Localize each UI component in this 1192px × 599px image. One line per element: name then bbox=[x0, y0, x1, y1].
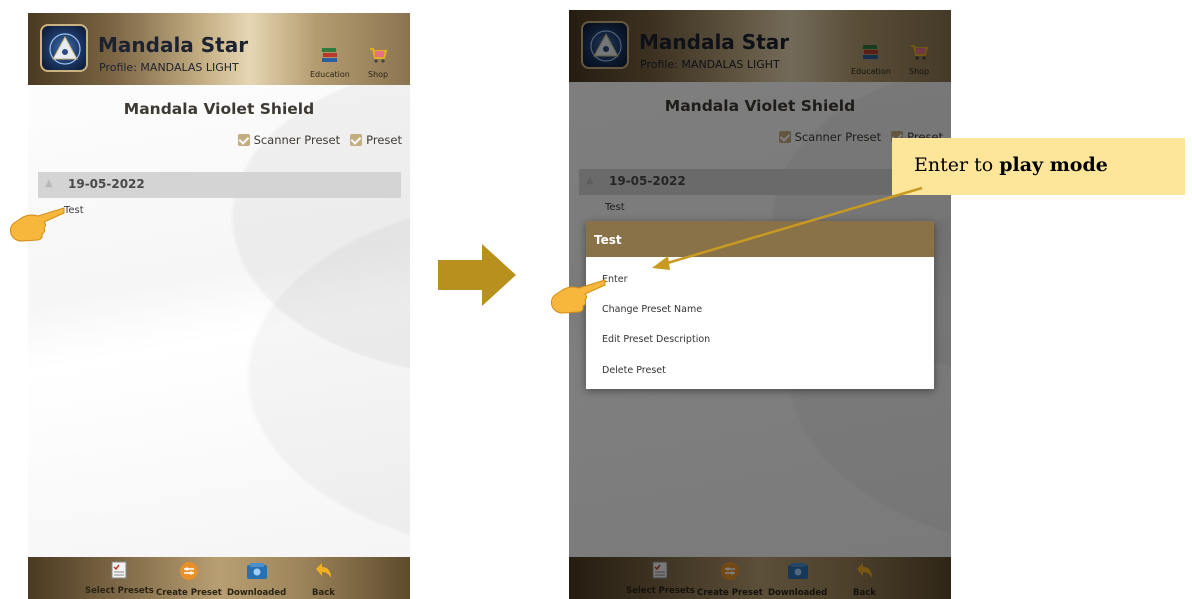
date-label: 19-05-2022 bbox=[68, 177, 145, 191]
select-presets-label: Select Presets bbox=[85, 586, 154, 596]
delete-preset-option[interactable]: Delete Preset bbox=[602, 365, 666, 376]
dialog-title: Test bbox=[586, 221, 934, 257]
pointing-hand-icon bbox=[9, 207, 65, 242]
transition-arrow-icon bbox=[438, 244, 516, 306]
preset-checkbox[interactable] bbox=[350, 134, 363, 146]
screen-after: Mandala Star Profile: MANDALAS LIGHT Edu… bbox=[569, 10, 951, 599]
callout-prefix: Enter to bbox=[914, 154, 994, 176]
download-folder-icon bbox=[246, 563, 267, 579]
scanner-preset-checkbox[interactable] bbox=[237, 134, 250, 146]
change-preset-name-option[interactable]: Change Preset Name bbox=[602, 304, 702, 315]
screen-before: Mandala Star Profile: MANDALAS LIGHT Edu… bbox=[28, 13, 410, 599]
shop-button[interactable]: Shop bbox=[368, 46, 388, 79]
cart-icon bbox=[370, 48, 388, 63]
create-preset-label: Create Preset bbox=[156, 588, 222, 598]
annotation-callout: Enter to play mode bbox=[892, 138, 1185, 195]
preset-label: Preset bbox=[366, 133, 402, 147]
chevron-up-icon: ▲ bbox=[45, 178, 53, 189]
edit-preset-description-option[interactable]: Edit Preset Description bbox=[602, 334, 710, 345]
books-icon bbox=[321, 48, 337, 62]
back-button[interactable]: Back bbox=[312, 561, 335, 598]
preset-options-dialog: Test Enter Change Preset Name Edit Prese… bbox=[586, 221, 934, 389]
sliders-icon bbox=[179, 562, 198, 580]
back-label: Back bbox=[312, 588, 335, 598]
checklist-icon bbox=[111, 561, 127, 579]
pointing-hand-icon bbox=[550, 279, 606, 314]
app-header: Mandala Star Profile: MANDALAS LIGHT Edu… bbox=[28, 13, 410, 85]
preset-filters: Scanner Preset Preset bbox=[237, 133, 402, 147]
bottom-nav: Select Presets Create Preset Downloaded … bbox=[28, 557, 410, 599]
date-group-header[interactable]: ▲ 19-05-2022 bbox=[38, 172, 401, 198]
callout-bold: play mode bbox=[999, 154, 1108, 176]
downloaded-label: Downloaded bbox=[227, 588, 287, 598]
education-button[interactable]: Education bbox=[310, 46, 350, 79]
downloaded-button[interactable]: Downloaded bbox=[227, 561, 286, 598]
profile-value: MANDALAS LIGHT bbox=[140, 61, 239, 74]
app-title: Mandala Star bbox=[98, 33, 249, 57]
back-arrow-icon bbox=[316, 563, 332, 578]
scanner-preset-label: Scanner Preset bbox=[253, 133, 341, 147]
education-label: Education bbox=[310, 70, 350, 79]
preset-list-item[interactable]: Test bbox=[64, 205, 84, 216]
profile-label: Profile: bbox=[99, 61, 137, 74]
create-preset-button[interactable]: Create Preset bbox=[156, 561, 222, 598]
profile-line: Profile: MANDALAS LIGHT bbox=[99, 61, 239, 74]
select-presets-button[interactable]: Select Presets bbox=[85, 561, 154, 596]
page-title: Mandala Violet Shield bbox=[123, 100, 315, 118]
shop-label: Shop bbox=[368, 70, 389, 79]
mandala-logo-icon bbox=[40, 24, 88, 72]
